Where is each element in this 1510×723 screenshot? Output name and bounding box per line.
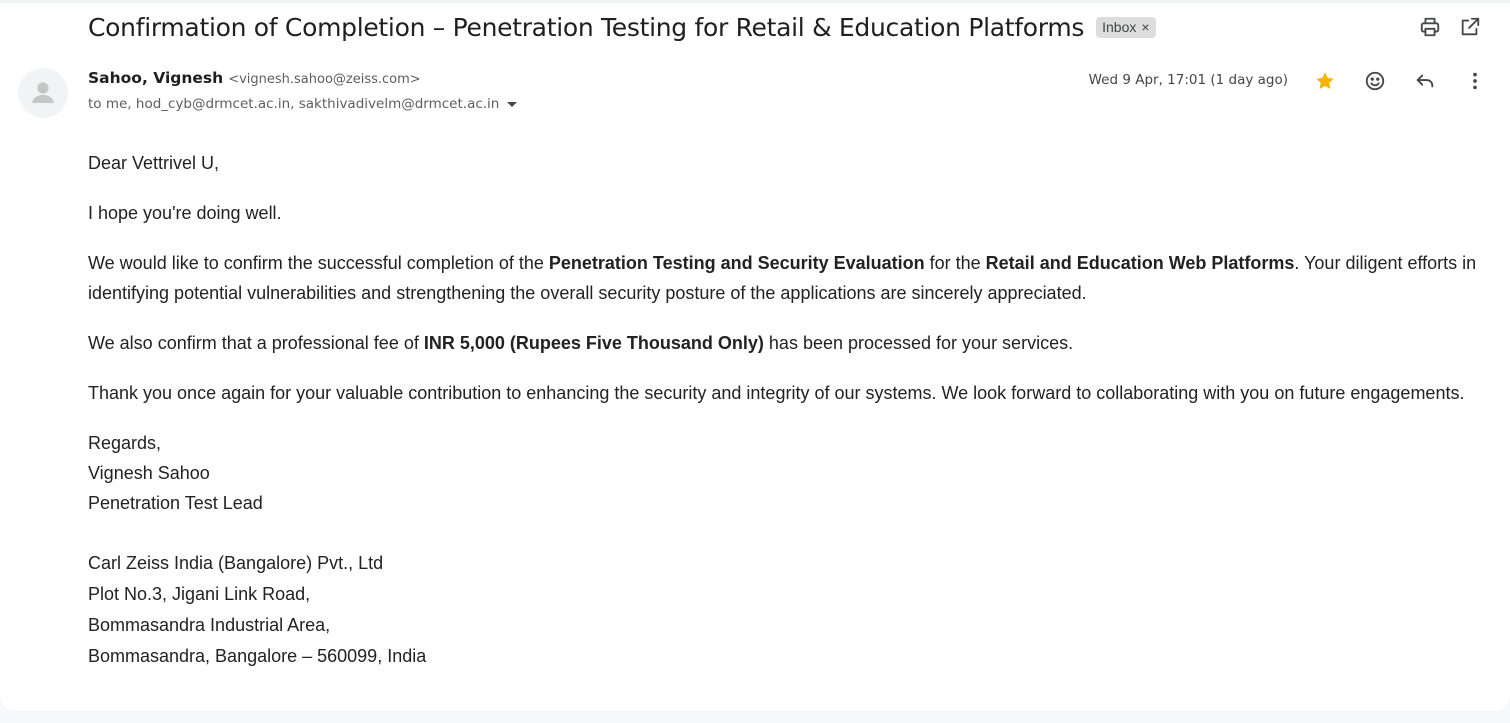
message-date: Wed 9 Apr, 17:01 (1 day ago)	[1088, 72, 1288, 88]
closing: Regards,	[88, 433, 162, 453]
bold-engagement-name: Penetration Testing and Security Evaluat…	[548, 253, 925, 273]
body-paragraph-4: Thank you once again for your valuable c…	[88, 383, 1465, 403]
body-paragraph-1: I hope you're doing well.	[88, 203, 282, 223]
star-button[interactable]	[1300, 64, 1350, 98]
bold-fee-amount: INR 5,000 (Rupees Five Thousand Only)	[423, 333, 764, 353]
email-body: Dear Vettrivel U, I hope you're doing we…	[88, 148, 1488, 672]
sender-name[interactable]: Sahoo, Vignesh	[88, 69, 223, 87]
inbox-label-chip[interactable]: Inbox ×	[1096, 16, 1156, 38]
show-details-icon[interactable]	[507, 101, 518, 107]
signature: Regards, Vignesh Sahoo Penetration Test …	[88, 428, 1488, 518]
label-text: Inbox	[1102, 19, 1137, 35]
message-actions	[1300, 64, 1500, 98]
body-paragraph-2: We would like to confirm the successful …	[88, 248, 1488, 308]
body-paragraph-3: We also confirm that a professional fee …	[88, 328, 1488, 358]
more-vert-icon	[1473, 72, 1477, 90]
top-divider	[0, 0, 1510, 3]
recipients-text: to me, hod_cyb@drmcet.ac.in, sakthivadiv…	[88, 96, 500, 112]
text-run: We would like to confirm the successful …	[88, 253, 549, 273]
remove-label-button[interactable]: ×	[1141, 19, 1149, 35]
company-address: Carl Zeiss India (Bangalore) Pvt., Ltd P…	[88, 548, 1488, 672]
more-options-button[interactable]	[1450, 64, 1500, 98]
email-view: Confirmation of Completion – Penetration…	[0, 0, 1510, 711]
open-in-new-window-icon	[1461, 17, 1480, 36]
email-subject: Confirmation of Completion – Penetration…	[88, 12, 1085, 42]
open-in-new-window-button[interactable]	[1450, 12, 1490, 42]
bold-platform-name: Retail and Education Web Platforms	[985, 253, 1295, 273]
print-icon	[1420, 17, 1440, 37]
add-reaction-button[interactable]	[1350, 64, 1400, 98]
default-person-icon	[32, 82, 54, 103]
subject-row: Confirmation of Completion – Penetration…	[88, 10, 1156, 44]
address-line: Plot No.3, Jigani Link Road,	[88, 584, 311, 604]
thread-actions	[1410, 12, 1490, 42]
text-run: We also confirm that a professional fee …	[88, 333, 424, 353]
signature-name: Vignesh Sahoo	[88, 463, 210, 483]
address-line: Carl Zeiss India (Bangalore) Pvt., Ltd	[88, 553, 384, 573]
greeting: Dear Vettrivel U,	[88, 153, 220, 173]
address-line: Bommasandra Industrial Area,	[88, 615, 331, 635]
emoji-reaction-icon	[1365, 71, 1385, 91]
signature-title: Penetration Test Lead	[88, 493, 263, 513]
sender-line: Sahoo, Vignesh <vignesh.sahoo@zeiss.com>	[88, 69, 421, 87]
address-line: Bommasandra, Bangalore – 560099, India	[88, 646, 427, 666]
recipients-line: to me, hod_cyb@drmcet.ac.in, sakthivadiv…	[88, 96, 518, 112]
text-run: for the	[924, 253, 986, 273]
reply-button[interactable]	[1400, 64, 1450, 98]
sender-email: <vignesh.sahoo@zeiss.com>	[228, 72, 421, 87]
star-icon	[1316, 72, 1334, 89]
print-all-button[interactable]	[1410, 12, 1450, 42]
reply-icon	[1416, 74, 1434, 88]
text-run: has been processed for your services.	[763, 333, 1074, 353]
sender-avatar[interactable]	[18, 68, 68, 118]
